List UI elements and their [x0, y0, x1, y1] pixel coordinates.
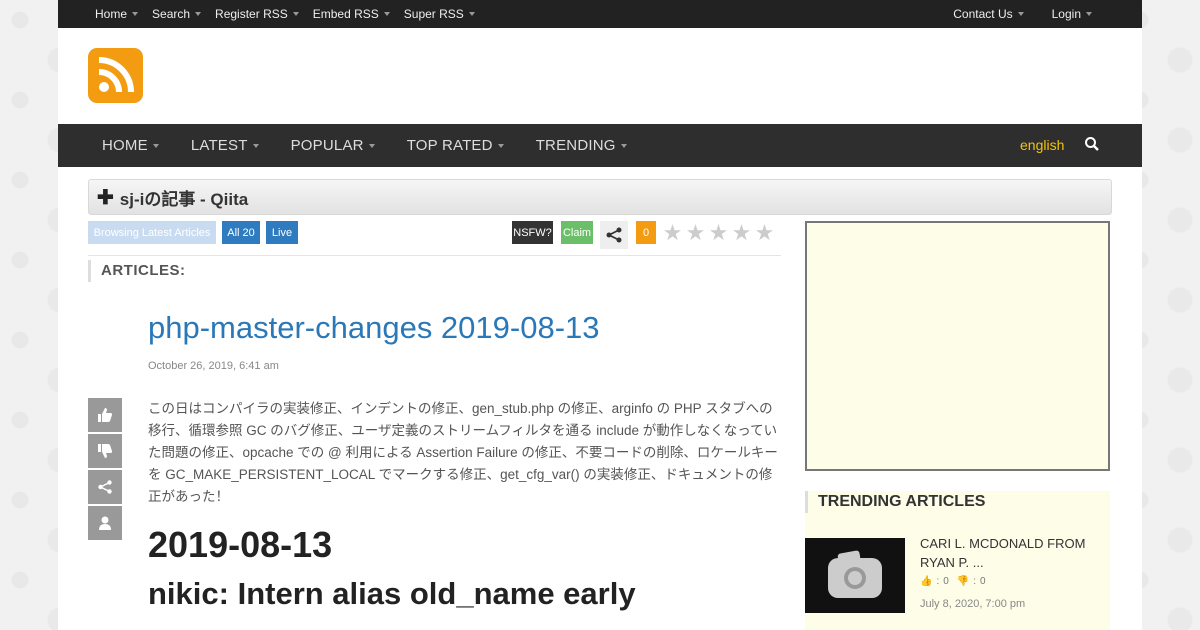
plus-icon[interactable]: ✚ — [97, 185, 114, 210]
thumbs-up-icon — [98, 408, 112, 422]
top-nav-register-rss[interactable]: Register RSS — [215, 7, 299, 21]
caret-down-icon — [292, 12, 299, 16]
trending-heading: TRENDING ARTICLES — [805, 491, 985, 513]
top-nav-search[interactable]: Search — [152, 7, 202, 21]
rating-stars[interactable]: ★ ★ ★ ★ ★ — [661, 221, 776, 244]
caret-down-icon — [368, 143, 375, 148]
article-subheading: nikic: Intern alias old_name early — [148, 576, 636, 611]
top-nav-embed-rss[interactable]: Embed RSS — [313, 7, 390, 21]
live-button[interactable]: Live — [266, 221, 298, 244]
thumbs-down-icon[interactable]: 👎 — [957, 576, 969, 587]
share-icon — [606, 227, 622, 243]
nav-top-rated[interactable]: TOP RATED — [407, 137, 504, 154]
trending-section: TRENDING ARTICLES CARI L. MCDONALD FROM … — [805, 491, 1110, 630]
caret-down-icon — [497, 143, 504, 148]
top-nav-right: Contact Us Login — [925, 0, 1092, 28]
share-icon — [98, 480, 112, 494]
browsing-label: Browsing Latest Articles — [88, 221, 216, 244]
camera-icon — [828, 550, 882, 598]
main-nav: HOME LATEST POPULAR TOP RATED TRENDING e… — [58, 124, 1142, 167]
top-nav-left: Home Search Register RSS Embed RSS Super… — [95, 0, 489, 28]
caret-down-icon — [132, 12, 139, 16]
caret-down-icon — [468, 12, 475, 16]
top-nav-super-rss[interactable]: Super RSS — [404, 7, 475, 21]
article-actions — [88, 398, 122, 542]
nav-latest[interactable]: LATEST — [191, 137, 259, 154]
top-nav-home[interactable]: Home — [95, 7, 139, 21]
top-bar: Home Search Register RSS Embed RSS Super… — [58, 0, 1142, 28]
language-selector[interactable]: english — [1020, 137, 1064, 153]
star-icon[interactable]: ★ — [730, 221, 753, 244]
articles-heading: ARTICLES: — [88, 260, 186, 282]
top-nav-contact[interactable]: Contact Us — [953, 7, 1024, 21]
nav-popular[interactable]: POPULAR — [291, 137, 375, 154]
nsfw-button[interactable]: NSFW? — [512, 221, 553, 244]
caret-down-icon — [152, 143, 159, 148]
feed-title: sj-iの記事 - Qiita — [119, 189, 249, 209]
caret-down-icon — [252, 143, 259, 148]
search-icon[interactable] — [1084, 136, 1100, 152]
user-icon — [99, 516, 111, 530]
main-menu: HOME LATEST POPULAR TOP RATED TRENDING — [102, 124, 659, 167]
all-button[interactable]: All 20 — [222, 221, 260, 244]
rss-logo-icon[interactable] — [88, 48, 143, 103]
caret-down-icon — [1086, 12, 1092, 16]
share-article-button[interactable] — [88, 470, 122, 504]
star-icon[interactable]: ★ — [707, 221, 730, 244]
nav-trending[interactable]: TRENDING — [536, 137, 627, 154]
like-button[interactable] — [88, 398, 122, 432]
share-button[interactable] — [600, 221, 628, 249]
article-date: October 26, 2019, 6:41 am — [148, 360, 279, 372]
feed-title-bar: ✚ sj-iの記事 - Qiita — [88, 179, 1112, 215]
trending-title[interactable]: CARI L. MCDONALD FROM RYAN P. ... — [920, 534, 1105, 572]
star-icon[interactable]: ★ — [753, 221, 776, 244]
article-title[interactable]: php-master-changes 2019-08-13 — [148, 310, 600, 346]
article-body: この日はコンパイラの実装修正、インデントの修正、gen_stub.php の修正… — [148, 401, 778, 504]
star-icon[interactable]: ★ — [684, 221, 707, 244]
claim-button[interactable]: Claim — [561, 221, 593, 244]
trending-votes: 👍 : 0 👎 : 0 — [920, 576, 986, 587]
divider — [88, 255, 781, 256]
trending-thumbnail[interactable] — [805, 538, 905, 613]
article-heading-date: 2019-08-13 — [148, 524, 333, 565]
caret-down-icon — [195, 12, 202, 16]
ad-box — [805, 221, 1110, 471]
thumbs-up-icon[interactable]: 👍 — [920, 576, 932, 587]
star-icon[interactable]: ★ — [661, 221, 684, 244]
caret-down-icon — [383, 12, 390, 16]
trending-date: July 8, 2020, 7:00 pm — [920, 598, 1026, 610]
nav-home[interactable]: HOME — [102, 137, 159, 154]
thumbs-down-icon — [98, 444, 112, 458]
vote-count: 0 — [636, 221, 656, 244]
author-button[interactable] — [88, 506, 122, 540]
caret-down-icon — [1017, 12, 1024, 16]
caret-down-icon — [620, 143, 627, 148]
page-container: HOME LATEST POPULAR TOP RATED TRENDING e… — [58, 28, 1142, 630]
dislike-button[interactable] — [88, 434, 122, 468]
top-nav-login[interactable]: Login — [1052, 7, 1092, 21]
